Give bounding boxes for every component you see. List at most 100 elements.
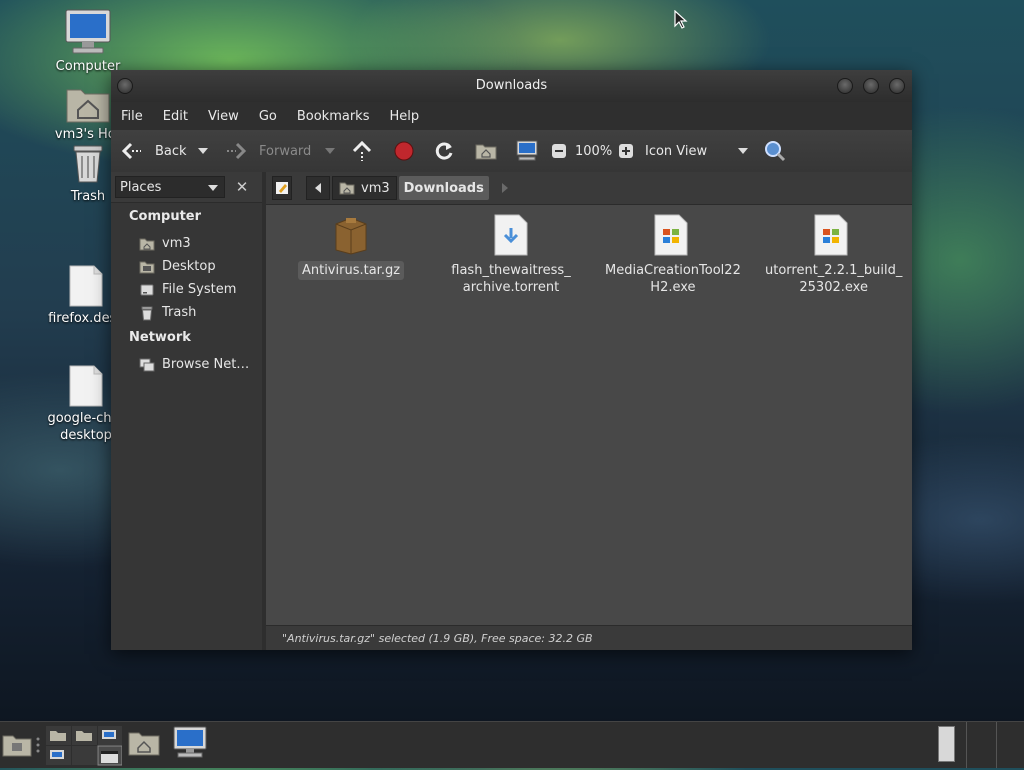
- view-mode-label: Icon View: [645, 143, 708, 159]
- exe-file-icon: [654, 214, 688, 256]
- back-history-dropdown[interactable]: [197, 130, 209, 172]
- drive-icon: [140, 284, 154, 295]
- path-scroll-right-button[interactable]: [501, 176, 509, 200]
- crumb-label: vm3: [361, 180, 390, 196]
- folder-icon: [2, 735, 32, 757]
- network-icon: [139, 358, 155, 371]
- file-item[interactable]: utorrent_2.2.1_build_ 25302.exe: [761, 214, 902, 297]
- places-select-label: Places: [120, 179, 162, 195]
- path-crumb-vm3[interactable]: vm3: [332, 176, 397, 200]
- back-button[interactable]: Back: [121, 130, 187, 172]
- close-button[interactable]: [889, 78, 905, 94]
- sidebar-heading-computer: Computer: [129, 209, 202, 224]
- menu-go[interactable]: Go: [259, 109, 277, 124]
- path-scroll-left-button[interactable]: [306, 176, 330, 200]
- forward-history-dropdown[interactable]: [324, 130, 336, 172]
- status-bar: "Antivirus.tar.gz" selected (1.9 GB), Fr…: [266, 625, 912, 650]
- reload-button[interactable]: [433, 130, 455, 172]
- sidebar-item-file-system[interactable]: File System: [111, 278, 262, 301]
- sidebar-item-label: File System: [162, 282, 237, 297]
- menu-bookmarks[interactable]: Bookmarks: [297, 109, 370, 124]
- chevron-left-icon: [315, 183, 321, 193]
- taskbar-computer[interactable]: [172, 726, 208, 764]
- stop-icon: [394, 141, 414, 161]
- toolbar: Back Forward 100% Icon View: [111, 130, 912, 173]
- file-manager-window: Downloads File Edit View Go Bookmarks He…: [111, 70, 912, 650]
- home-button[interactable]: [475, 130, 497, 172]
- workspace-switcher[interactable]: [46, 724, 123, 770]
- workspace-switcher-icon: [46, 726, 123, 766]
- crumb-label: Downloads: [403, 180, 484, 196]
- sidebar-item-label: vm3: [162, 236, 191, 251]
- edit-location-button[interactable]: [272, 176, 292, 200]
- back-arrow-icon: [121, 142, 141, 160]
- sidebar-item-browse-network[interactable]: Browse Net…: [111, 353, 262, 376]
- zoom-in-button[interactable]: [618, 130, 634, 172]
- up-button[interactable]: [351, 130, 373, 172]
- computer-icon: [173, 726, 207, 758]
- close-icon: ✕: [235, 178, 249, 196]
- file-item[interactable]: flash_thewaitress_ archive.torrent: [441, 214, 581, 297]
- forward-button[interactable]: Forward: [225, 130, 311, 172]
- minimize-button[interactable]: [837, 78, 853, 94]
- mouse-pointer-icon: [674, 10, 688, 29]
- panel-scroll-handle[interactable]: [938, 726, 955, 762]
- panel-show-desktop-button[interactable]: [2, 732, 32, 762]
- sidebar-item-desktop[interactable]: Desktop: [111, 255, 262, 278]
- sidebar-item-label: Desktop: [162, 259, 216, 274]
- view-mode-select[interactable]: Icon View: [645, 130, 749, 172]
- home-folder-icon: [139, 238, 155, 250]
- chevron-down-icon: [198, 148, 208, 154]
- file-icon: [69, 365, 103, 407]
- back-label: Back: [155, 143, 187, 159]
- file-name: Antivirus.tar.gz: [297, 261, 405, 280]
- computer-icon: [516, 140, 538, 161]
- zoom-level[interactable]: 100%: [575, 130, 612, 172]
- sidebar: Places ✕ Computer vm3 Desktop File Syste…: [111, 172, 266, 650]
- search-icon: [765, 141, 786, 162]
- desktop-computer-icon[interactable]: Computer: [38, 8, 138, 75]
- places-select[interactable]: Places: [115, 176, 225, 198]
- stop-button[interactable]: [393, 130, 415, 172]
- file-item[interactable]: MediaCreationTool22 H2.exe: [601, 214, 741, 297]
- edit-icon: [276, 182, 288, 194]
- home-folder-icon: [66, 89, 110, 123]
- close-sidebar-button[interactable]: ✕: [231, 176, 253, 198]
- forward-label: Forward: [259, 143, 312, 159]
- menu-edit[interactable]: Edit: [163, 109, 188, 124]
- menu-view[interactable]: View: [208, 109, 239, 124]
- taskbar-home-folder[interactable]: [128, 728, 160, 762]
- file-icon: [69, 265, 103, 307]
- file-name: utorrent_2.2.1_build_ 25302.exe: [765, 263, 903, 295]
- reload-icon: [435, 142, 453, 160]
- sidebar-item-label: Browse Net…: [162, 357, 250, 372]
- search-button[interactable]: [763, 130, 787, 172]
- sidebar-item-vm3[interactable]: vm3: [111, 232, 262, 255]
- content-area: Places ✕ Computer vm3 Desktop File Syste…: [111, 172, 912, 650]
- home-folder-icon: [128, 732, 160, 756]
- file-name: MediaCreationTool22 H2.exe: [605, 263, 741, 295]
- exe-file-icon: [814, 214, 848, 256]
- computer-button[interactable]: [515, 130, 539, 172]
- trash-icon: [141, 306, 153, 320]
- sidebar-item-trash[interactable]: Trash: [111, 301, 262, 324]
- maximize-button[interactable]: [863, 78, 879, 94]
- file-view: vm3 Downloads Antivirus.tar.gz flash_the…: [266, 172, 912, 650]
- file-item[interactable]: Antivirus.tar.gz: [281, 214, 421, 280]
- sidebar-heading-network: Network: [129, 330, 191, 345]
- path-crumb-downloads[interactable]: Downloads: [398, 176, 489, 200]
- menu-help[interactable]: Help: [389, 109, 419, 124]
- home-folder-icon: [339, 182, 355, 195]
- computer-icon: [65, 9, 111, 54]
- home-folder-icon: [475, 144, 497, 160]
- menu-bar: File Edit View Go Bookmarks Help: [111, 102, 912, 130]
- chevron-down-icon: [325, 148, 335, 154]
- chevron-right-icon: [501, 183, 508, 193]
- chevron-down-icon: [208, 185, 218, 191]
- window-title: Downloads: [475, 78, 548, 93]
- menu-file[interactable]: File: [121, 109, 143, 124]
- forward-arrow-icon: [227, 142, 247, 160]
- chevron-down-icon: [738, 148, 748, 154]
- zoom-out-button[interactable]: [551, 130, 567, 172]
- window-titlebar[interactable]: Downloads: [111, 70, 912, 102]
